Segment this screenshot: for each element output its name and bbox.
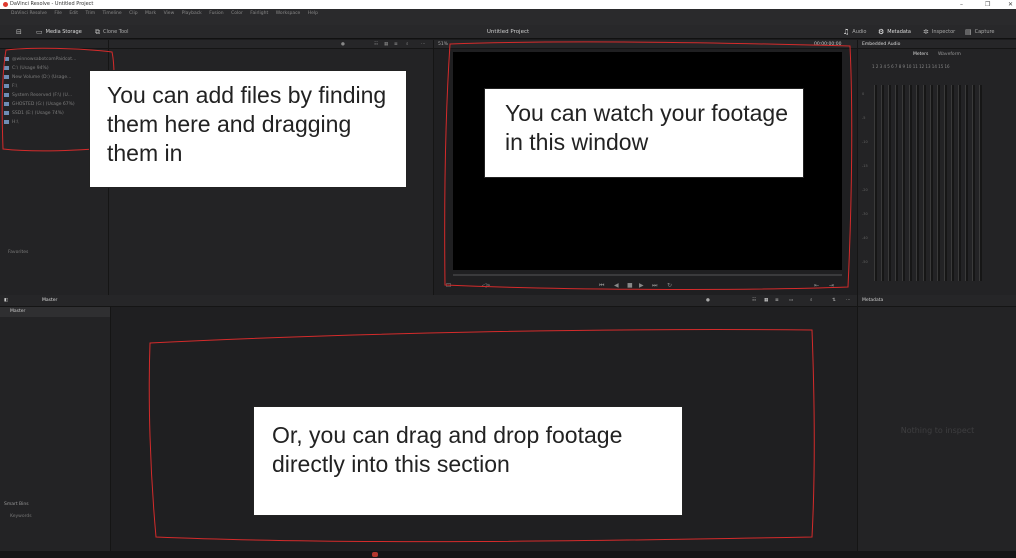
callout-pool: Or, you can drag and drop footage direct… xyxy=(253,406,683,516)
callout-viewer: You can watch your footage in this windo… xyxy=(484,88,804,178)
callout-files: You can add files by finding them here a… xyxy=(89,70,407,188)
